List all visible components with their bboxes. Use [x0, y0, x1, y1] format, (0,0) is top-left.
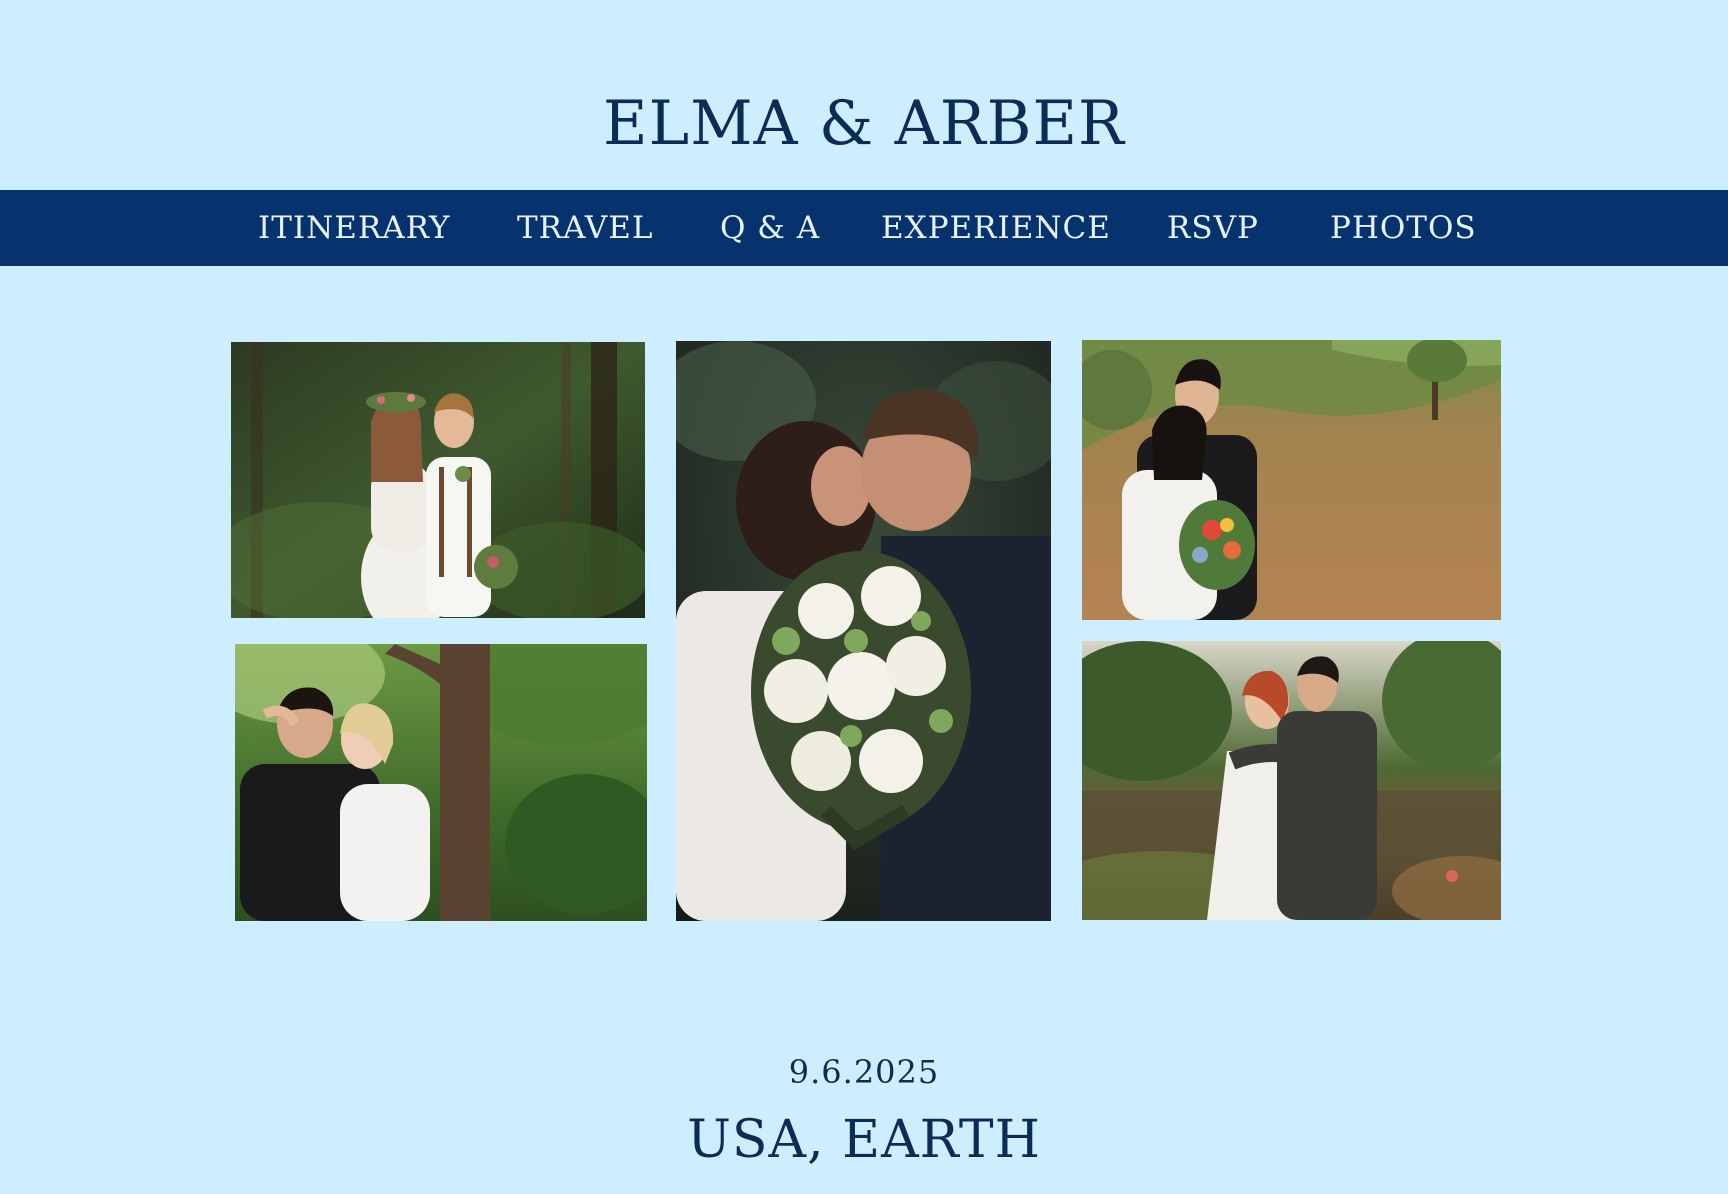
nav-item-rsvp[interactable]: RSVP [1167, 190, 1259, 266]
gallery-photo-field-couple [1082, 340, 1501, 620]
event-location: USA, EARTH [687, 1110, 1041, 1170]
main-nav: ITINERARY TRAVEL Q & A EXPERIENCE RSVP P… [0, 190, 1728, 266]
nav-item-qa[interactable]: Q & A [720, 190, 820, 266]
site-title: ELMA & ARBER [603, 88, 1125, 159]
nav-item-photos[interactable]: PHOTOS [1330, 190, 1477, 266]
gallery-photo-forest-couple [231, 342, 645, 618]
gallery-photo-tree-couple [235, 644, 647, 921]
gallery-photo-pond-couple [1082, 641, 1501, 920]
event-date: 9.6.2025 [788, 1053, 940, 1091]
gallery-photo-bouquet-kiss [676, 341, 1051, 921]
nav-item-itinerary[interactable]: ITINERARY [258, 190, 451, 266]
nav-item-experience[interactable]: EXPERIENCE [881, 190, 1111, 266]
nav-item-travel[interactable]: TRAVEL [517, 190, 653, 266]
